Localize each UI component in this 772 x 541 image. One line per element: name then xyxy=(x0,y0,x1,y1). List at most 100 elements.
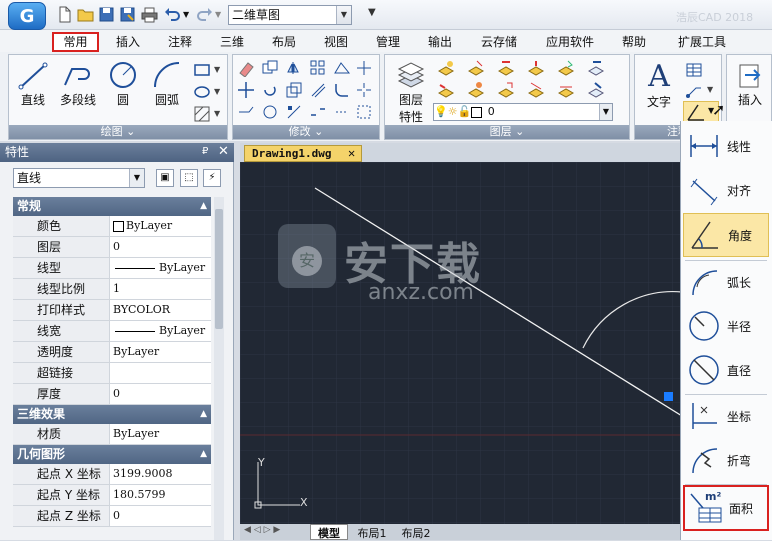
tab-insert[interactable]: 插入 xyxy=(108,32,148,52)
scrollbar-thumb[interactable] xyxy=(215,209,223,329)
layout-tab-1[interactable]: 布局1 xyxy=(352,525,392,541)
dim-diameter-item[interactable]: 直径 xyxy=(683,349,769,393)
open-folder-icon[interactable] xyxy=(77,6,94,23)
select-objects-icon[interactable]: ⬚ xyxy=(180,169,198,187)
extend-icon[interactable] xyxy=(237,103,255,121)
app-logo-button[interactable]: G xyxy=(8,2,46,30)
stretch-icon[interactable] xyxy=(333,59,351,77)
layer-tool-icon[interactable] xyxy=(527,81,545,99)
tab-layout[interactable]: 布局 xyxy=(264,32,304,52)
break-icon[interactable] xyxy=(309,103,327,121)
print-icon[interactable] xyxy=(141,6,158,23)
chevron-down-icon[interactable]: ▼ xyxy=(214,109,220,118)
polyline-tool-button[interactable]: 多段线 xyxy=(55,59,101,108)
array-icon[interactable] xyxy=(309,59,327,77)
explode-icon[interactable] xyxy=(355,81,373,99)
tab-applications[interactable]: 应用软件 xyxy=(540,32,600,52)
undo-dropdown-icon[interactable]: ▼ xyxy=(183,10,189,19)
chevron-down-icon[interactable]: ▼ xyxy=(707,85,713,94)
section-geometry[interactable]: 几何图形 ▲ xyxy=(13,445,211,464)
current-layer-select[interactable]: 💡☼🔓 0 ▼ xyxy=(433,103,613,121)
property-row[interactable]: 图层 0 xyxy=(13,237,211,258)
save-icon[interactable] xyxy=(98,6,115,23)
tab-home[interactable]: 常用 xyxy=(52,32,99,52)
dim-jogged-item[interactable]: 折弯 xyxy=(683,439,769,483)
dim-ordinate-item[interactable]: 坐标 xyxy=(683,395,769,439)
toggle-pickadd-icon[interactable]: ▣ xyxy=(156,169,174,187)
copy-icon[interactable] xyxy=(261,59,279,77)
property-row[interactable]: 超链接 xyxy=(13,363,211,384)
pin-icon[interactable]: ₽ xyxy=(202,146,208,157)
tab-extension-tools[interactable]: 扩展工具 xyxy=(670,32,734,52)
property-row[interactable]: 透明度 ByLayer xyxy=(13,342,211,363)
layer-tool-icon[interactable] xyxy=(527,59,545,77)
property-row[interactable]: 线型比例 1 xyxy=(13,279,211,300)
layer-properties-button[interactable]: 图层 特性 xyxy=(391,59,431,125)
line-tool-button[interactable]: 直线 xyxy=(15,59,51,108)
property-row[interactable]: 材质 ByLayer xyxy=(13,424,211,445)
section-general[interactable]: 常规 ▲ xyxy=(13,197,211,216)
align-icon[interactable] xyxy=(285,103,303,121)
layer-tool-icon[interactable] xyxy=(557,81,575,99)
text-tool-button[interactable]: A 文字 xyxy=(639,61,679,110)
tab-3d[interactable]: 三维 xyxy=(212,32,252,52)
layer-tool-icon[interactable] xyxy=(587,59,605,77)
scale-icon[interactable] xyxy=(285,81,303,99)
layout-tab-2[interactable]: 布局2 xyxy=(396,525,436,541)
tab-annotate[interactable]: 注释 xyxy=(160,32,200,52)
layout-tab-model[interactable]: 模型 xyxy=(310,524,348,540)
redo-icon[interactable] xyxy=(196,6,213,23)
document-tab[interactable]: Drawing1.dwg ✕ xyxy=(244,145,362,162)
rotate-copy-icon[interactable] xyxy=(261,103,279,121)
tab-nav-arrows-icon[interactable]: ◀ ◁ ▷ ▶ xyxy=(244,525,280,535)
modify-panel-title[interactable]: 修改 ⌄ xyxy=(233,125,379,139)
arc-tool-button[interactable]: 圆弧 xyxy=(147,59,187,108)
properties-scrollbar[interactable] xyxy=(214,197,224,540)
section-3d-effects[interactable]: 三维效果 ▲ xyxy=(13,405,211,424)
dim-angular-item[interactable]: 角度 xyxy=(683,213,769,257)
save-as-icon[interactable] xyxy=(119,6,136,23)
layer-tool-icon[interactable] xyxy=(497,59,515,77)
chevron-down-icon[interactable]: ▼ xyxy=(214,87,220,96)
property-row[interactable]: 线型 ByLayer xyxy=(13,258,211,279)
tab-cloud-storage[interactable]: 云存储 xyxy=(474,32,524,52)
chamfer-icon[interactable] xyxy=(355,103,373,121)
customize-quick-access-icon[interactable]: ▼ xyxy=(368,7,376,18)
circle-tool-button[interactable]: 圆 xyxy=(105,59,141,108)
redo-dropdown-icon[interactable]: ▼ xyxy=(215,10,221,19)
object-type-select[interactable]: 直线 ▼ xyxy=(13,168,145,188)
layer-tool-icon[interactable] xyxy=(587,81,605,99)
close-icon[interactable]: ✕ xyxy=(348,146,355,161)
draw-panel-title[interactable]: 绘图 ⌄ xyxy=(9,125,227,139)
property-row[interactable]: 颜色 ByLayer xyxy=(13,216,211,237)
property-row[interactable]: 起点 Y 坐标 180.5799 xyxy=(13,485,211,506)
property-row[interactable]: 打印样式 BYCOLOR xyxy=(13,300,211,321)
move-icon[interactable] xyxy=(237,81,255,99)
fillet-icon[interactable] xyxy=(333,81,351,99)
layer-tool-icon[interactable] xyxy=(467,59,485,77)
tab-help[interactable]: 帮助 xyxy=(614,32,654,52)
grip-handle[interactable] xyxy=(664,392,673,401)
rotate-icon[interactable] xyxy=(261,81,279,99)
rectangle-icon[interactable] xyxy=(193,61,211,79)
join-icon[interactable] xyxy=(333,103,351,121)
layer-tool-icon[interactable] xyxy=(467,81,485,99)
drawing-canvas[interactable]: Y X 安 安下载 anxz.com xyxy=(240,162,682,526)
insert-block-button[interactable]: 插入 xyxy=(730,61,770,108)
layer-tool-icon[interactable] xyxy=(437,59,455,77)
dim-linear-item[interactable]: 线性 xyxy=(683,125,769,169)
leader-icon[interactable] xyxy=(685,81,703,99)
property-row[interactable]: 起点 X 坐标 3199.9008 xyxy=(13,464,211,485)
property-row[interactable]: 起点 Z 坐标 0 xyxy=(13,506,211,527)
table-icon[interactable] xyxy=(685,61,703,79)
dim-radius-item[interactable]: 半径 xyxy=(683,305,769,349)
undo-icon[interactable] xyxy=(164,6,181,23)
erase-icon[interactable] xyxy=(237,59,255,78)
close-icon[interactable]: ✕ xyxy=(218,144,229,159)
tab-output[interactable]: 输出 xyxy=(420,32,460,52)
property-row[interactable]: 线宽 ByLayer xyxy=(13,321,211,342)
layer-tool-icon[interactable] xyxy=(557,59,575,77)
mirror-icon[interactable] xyxy=(285,59,303,77)
ellipse-icon[interactable] xyxy=(193,83,211,101)
dim-area-item[interactable]: m² 面积 xyxy=(683,485,769,531)
